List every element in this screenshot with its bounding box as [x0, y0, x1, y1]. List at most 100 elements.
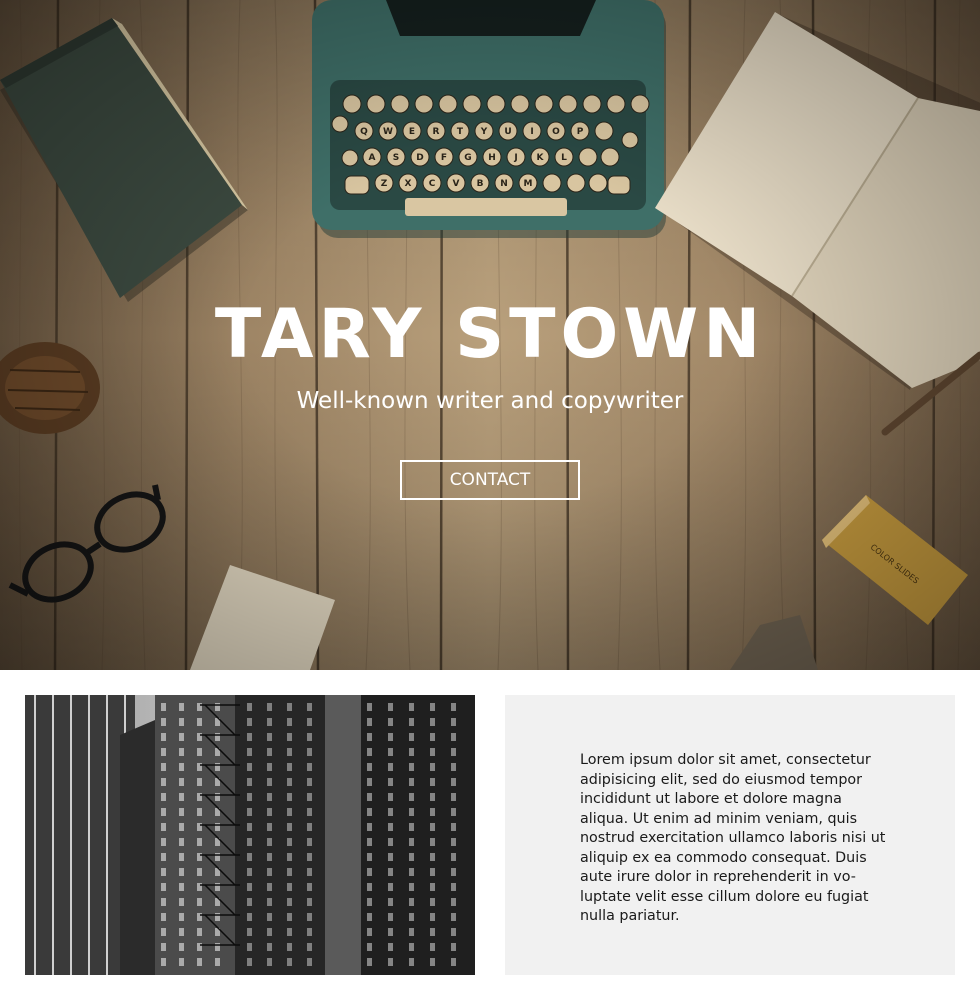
building-window — [179, 928, 184, 936]
building-window — [179, 718, 184, 726]
building-window — [161, 928, 166, 936]
building-window — [307, 943, 312, 951]
building-window — [215, 733, 220, 741]
building-window — [307, 868, 312, 876]
building-window — [267, 958, 272, 966]
building-window — [197, 763, 202, 771]
building-window — [247, 763, 252, 771]
building-window — [267, 883, 272, 891]
building-window — [388, 778, 393, 786]
building-window — [179, 838, 184, 846]
building-window — [267, 838, 272, 846]
building-window — [267, 778, 272, 786]
building-window — [197, 838, 202, 846]
building-window — [179, 823, 184, 831]
building-window — [430, 793, 435, 801]
building-window — [247, 718, 252, 726]
building-window — [267, 928, 272, 936]
building-window — [267, 853, 272, 861]
building-window — [307, 823, 312, 831]
building-window — [367, 958, 372, 966]
building-window — [430, 718, 435, 726]
building-window — [161, 733, 166, 741]
building-window — [388, 883, 393, 891]
building-window — [430, 838, 435, 846]
building-window — [287, 898, 292, 906]
building-window — [388, 703, 393, 711]
hero-title: TARY STOWN — [214, 295, 766, 374]
building-window — [388, 868, 393, 876]
building-window — [409, 718, 414, 726]
building-window — [197, 883, 202, 891]
building-window — [307, 913, 312, 921]
building-window — [451, 883, 456, 891]
building-window — [161, 718, 166, 726]
building-window — [215, 943, 220, 951]
building-window — [367, 718, 372, 726]
building-window — [367, 823, 372, 831]
skyscraper-image — [25, 695, 475, 975]
building-window — [430, 778, 435, 786]
building-window — [388, 793, 393, 801]
building-window — [267, 793, 272, 801]
building-window — [197, 808, 202, 816]
building-window — [409, 763, 414, 771]
building-window — [307, 898, 312, 906]
building-window — [307, 778, 312, 786]
building-window — [287, 928, 292, 936]
building-window — [367, 838, 372, 846]
building-window — [367, 943, 372, 951]
building-window — [388, 718, 393, 726]
building-window — [367, 913, 372, 921]
building-window — [451, 808, 456, 816]
building-window — [287, 703, 292, 711]
building-window — [161, 808, 166, 816]
building-window — [409, 958, 414, 966]
building-window — [247, 733, 252, 741]
building-window — [287, 763, 292, 771]
building-window — [388, 838, 393, 846]
building-window — [247, 898, 252, 906]
building-window — [287, 823, 292, 831]
building-window — [451, 703, 456, 711]
building-window — [451, 793, 456, 801]
building-window — [430, 958, 435, 966]
building-window — [161, 913, 166, 921]
building-window — [307, 718, 312, 726]
building-window — [388, 808, 393, 816]
building-window — [247, 793, 252, 801]
building-window — [179, 733, 184, 741]
building-window — [430, 853, 435, 861]
building-window — [388, 898, 393, 906]
building-window — [307, 793, 312, 801]
building-window — [307, 748, 312, 756]
contact-button[interactable]: CONTACT — [400, 460, 580, 500]
building-window — [267, 718, 272, 726]
building-window — [215, 958, 220, 966]
building-window — [367, 778, 372, 786]
building-window — [215, 763, 220, 771]
building-window — [179, 943, 184, 951]
building-window — [267, 823, 272, 831]
building-window — [409, 748, 414, 756]
building-window — [161, 898, 166, 906]
building-window — [287, 793, 292, 801]
building-window — [451, 913, 456, 921]
building-window — [179, 808, 184, 816]
building-window — [161, 838, 166, 846]
building-window — [430, 703, 435, 711]
building-window — [287, 853, 292, 861]
building-window — [197, 733, 202, 741]
building-window — [388, 748, 393, 756]
building-window — [451, 958, 456, 966]
building-window — [388, 763, 393, 771]
hero-subtitle: Well-known writer and copywriter — [296, 388, 684, 414]
building-window — [161, 958, 166, 966]
building-window — [409, 703, 414, 711]
building-window — [430, 913, 435, 921]
building-window — [307, 763, 312, 771]
building-window — [388, 823, 393, 831]
building-window — [161, 853, 166, 861]
building-window — [161, 883, 166, 891]
building-window — [430, 928, 435, 936]
